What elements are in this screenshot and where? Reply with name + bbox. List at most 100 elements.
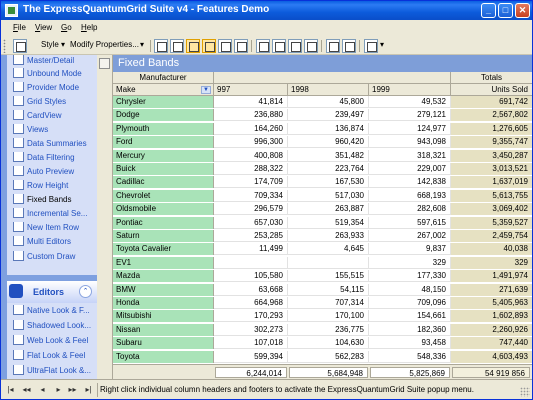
cell-make[interactable]: Oldsmobile — [113, 203, 214, 216]
band-left-button[interactable] — [326, 39, 340, 53]
cell-1999[interactable]: 329 — [369, 256, 451, 269]
menu-help[interactable]: Help — [81, 23, 97, 32]
prev-page-icon[interactable]: ◂◂ — [21, 384, 32, 396]
cell-1998[interactable]: 170,100 — [288, 310, 369, 323]
cell-1999[interactable]: 597,615 — [369, 216, 451, 229]
table-row[interactable]: Nissan 302,273 236,775 182,360 2,260,926 — [113, 323, 532, 336]
layout-6-button[interactable] — [234, 39, 248, 53]
cell-1997[interactable]: 174,709 — [214, 176, 288, 189]
table-row[interactable]: Toyota Cavalier 11,499 4,645 9,837 40,038 — [113, 243, 532, 256]
cell-make[interactable]: Saturn — [113, 230, 214, 242]
footer-1999-total[interactable]: 5,825,869 — [370, 367, 450, 378]
table-row[interactable]: Toyota 599,394 562,283 548,336 4,603,493 — [113, 350, 532, 363]
cell-make[interactable]: Pontiac — [113, 216, 214, 229]
cell-make[interactable]: Plymouth — [113, 122, 214, 135]
table-row[interactable]: Mercury 400,808 351,482 318,321 3,450,287 — [113, 149, 532, 162]
app-icon[interactable] — [5, 4, 18, 17]
cell-units-sold[interactable]: 3,069,402 — [451, 203, 532, 216]
table-row[interactable]: Pontiac 657,030 519,354 597,615 5,359,527 — [113, 216, 532, 229]
cell-units-sold[interactable]: 9,355,747 — [451, 136, 532, 149]
band-manufacturer[interactable]: Manufacturer — [113, 72, 214, 84]
cell-make[interactable]: BMW — [113, 283, 214, 296]
table-row[interactable]: Plymouth 164,260 136,874 124,977 1,276,605 — [113, 122, 532, 135]
cell-1999[interactable]: 279,121 — [369, 109, 451, 122]
group-button[interactable] — [256, 39, 270, 53]
cell-make[interactable]: Mercury — [113, 149, 214, 162]
cell-units-sold[interactable]: 3,013,521 — [451, 163, 532, 175]
cell-make[interactable]: Honda — [113, 297, 214, 309]
table-row[interactable]: Oldsmobile 296,579 263,887 282,608 3,069,402 — [113, 203, 532, 216]
style-dropdown[interactable]: Style ▾ — [41, 40, 65, 49]
cell-1999[interactable]: 124,977 — [369, 122, 451, 135]
cell-1999[interactable]: 182,360 — [369, 323, 451, 336]
filter-dropdown-icon[interactable]: ▼ — [201, 86, 211, 94]
cell-units-sold[interactable]: 1,276,605 — [451, 122, 532, 135]
maximize-button[interactable]: □ — [498, 3, 513, 18]
cell-1997[interactable]: 400,808 — [214, 149, 288, 162]
close-button[interactable]: ✕ — [515, 3, 530, 18]
cell-units-sold[interactable]: 691,742 — [451, 96, 532, 108]
cell-1998[interactable]: 239,497 — [288, 109, 369, 122]
cell-1999[interactable]: 318,321 — [369, 149, 451, 162]
cell-1998[interactable]: 960,420 — [288, 136, 369, 149]
cell-1997[interactable]: 105,580 — [214, 270, 288, 283]
layout-1-button[interactable] — [154, 39, 168, 53]
cell-1998[interactable]: 104,630 — [288, 337, 369, 350]
cell-make[interactable]: Subaru — [113, 337, 214, 350]
nav-item-multi-editors[interactable]: Multi Editors — [13, 236, 97, 252]
cell-units-sold[interactable]: 1,491,974 — [451, 270, 532, 283]
cell-1999[interactable]: 943,098 — [369, 136, 451, 149]
cell-1998[interactable]: 54,115 — [288, 283, 369, 296]
column-header-1999[interactable]: 1999 — [369, 84, 451, 96]
next-page-icon[interactable]: ▸▸ — [67, 384, 78, 396]
cell-1997[interactable]: 63,668 — [214, 283, 288, 296]
footer-1997-total[interactable]: 6,244,014 — [215, 367, 287, 378]
layout-2-button[interactable] — [170, 39, 184, 53]
menu-view[interactable]: View — [35, 23, 52, 32]
toolbar-grip[interactable] — [3, 39, 6, 53]
modify-properties-dropdown[interactable]: ▾ — [140, 40, 144, 49]
nav-item-web-look[interactable]: Web Look & Feel — [13, 335, 97, 351]
cell-units-sold[interactable]: 2,260,926 — [451, 323, 532, 336]
cell-make[interactable]: Ford — [113, 136, 214, 149]
last-record-icon[interactable]: ▸| — [83, 384, 94, 396]
cell-1999[interactable]: 142,838 — [369, 176, 451, 189]
cell-1997[interactable]: 11,499 — [214, 243, 288, 256]
collapse-button[interactable] — [288, 39, 302, 53]
cell-1999[interactable]: 548,336 — [369, 350, 451, 363]
cell-1998[interactable]: 517,030 — [288, 189, 369, 202]
band-totals[interactable]: Totals — [451, 72, 532, 84]
cell-units-sold[interactable]: 5,359,527 — [451, 216, 532, 229]
cell-1997[interactable]: 253,285 — [214, 230, 288, 242]
cell-1999[interactable]: 49,532 — [369, 96, 451, 108]
cell-1999[interactable]: 229,007 — [369, 163, 451, 175]
table-row[interactable]: Chevrolet 709,334 517,030 668,193 5,613,755 — [113, 189, 532, 202]
table-row[interactable]: BMW 63,668 54,115 48,150 271,639 — [113, 283, 532, 296]
menu-file[interactable]: File — [13, 23, 26, 32]
first-record-icon[interactable]: |◂ — [5, 384, 16, 396]
cell-1997[interactable]: 599,394 — [214, 350, 288, 363]
cell-1997[interactable]: 657,030 — [214, 216, 288, 229]
cell-1998[interactable]: 562,283 — [288, 350, 369, 363]
cell-units-sold[interactable]: 4,603,493 — [451, 350, 532, 363]
print-dropdown[interactable]: ▾ — [380, 40, 384, 49]
table-row[interactable]: Cadillac 174,709 167,530 142,838 1,637,019 — [113, 176, 532, 189]
cell-1997[interactable]: 288,322 — [214, 163, 288, 175]
cell-1999[interactable]: 9,837 — [369, 243, 451, 256]
footer-1998-total[interactable]: 5,684,948 — [289, 367, 368, 378]
cell-units-sold[interactable]: 1,602,893 — [451, 310, 532, 323]
cell-1997[interactable]: 41,814 — [214, 96, 288, 108]
table-row[interactable]: Saturn 253,285 263,933 267,002 2,459,754 — [113, 230, 532, 242]
cell-1997[interactable]: 236,880 — [214, 109, 288, 122]
collapse-chevron-icon[interactable]: ⌃ — [79, 285, 92, 298]
nav-item-custom-draw[interactable]: Custom Draw — [13, 251, 97, 267]
table-row[interactable]: Honda 664,968 707,314 709,096 5,405,963 — [113, 297, 532, 309]
cell-1997[interactable] — [214, 256, 288, 269]
cell-1997[interactable]: 170,293 — [214, 310, 288, 323]
cell-1998[interactable]: 236,775 — [288, 323, 369, 336]
panel-splitter[interactable] — [97, 55, 113, 379]
cell-make[interactable]: Chevrolet — [113, 189, 214, 202]
print-preview-button[interactable] — [364, 39, 378, 53]
cell-1997[interactable]: 107,018 — [214, 337, 288, 350]
cell-1998[interactable]: 263,933 — [288, 230, 369, 242]
